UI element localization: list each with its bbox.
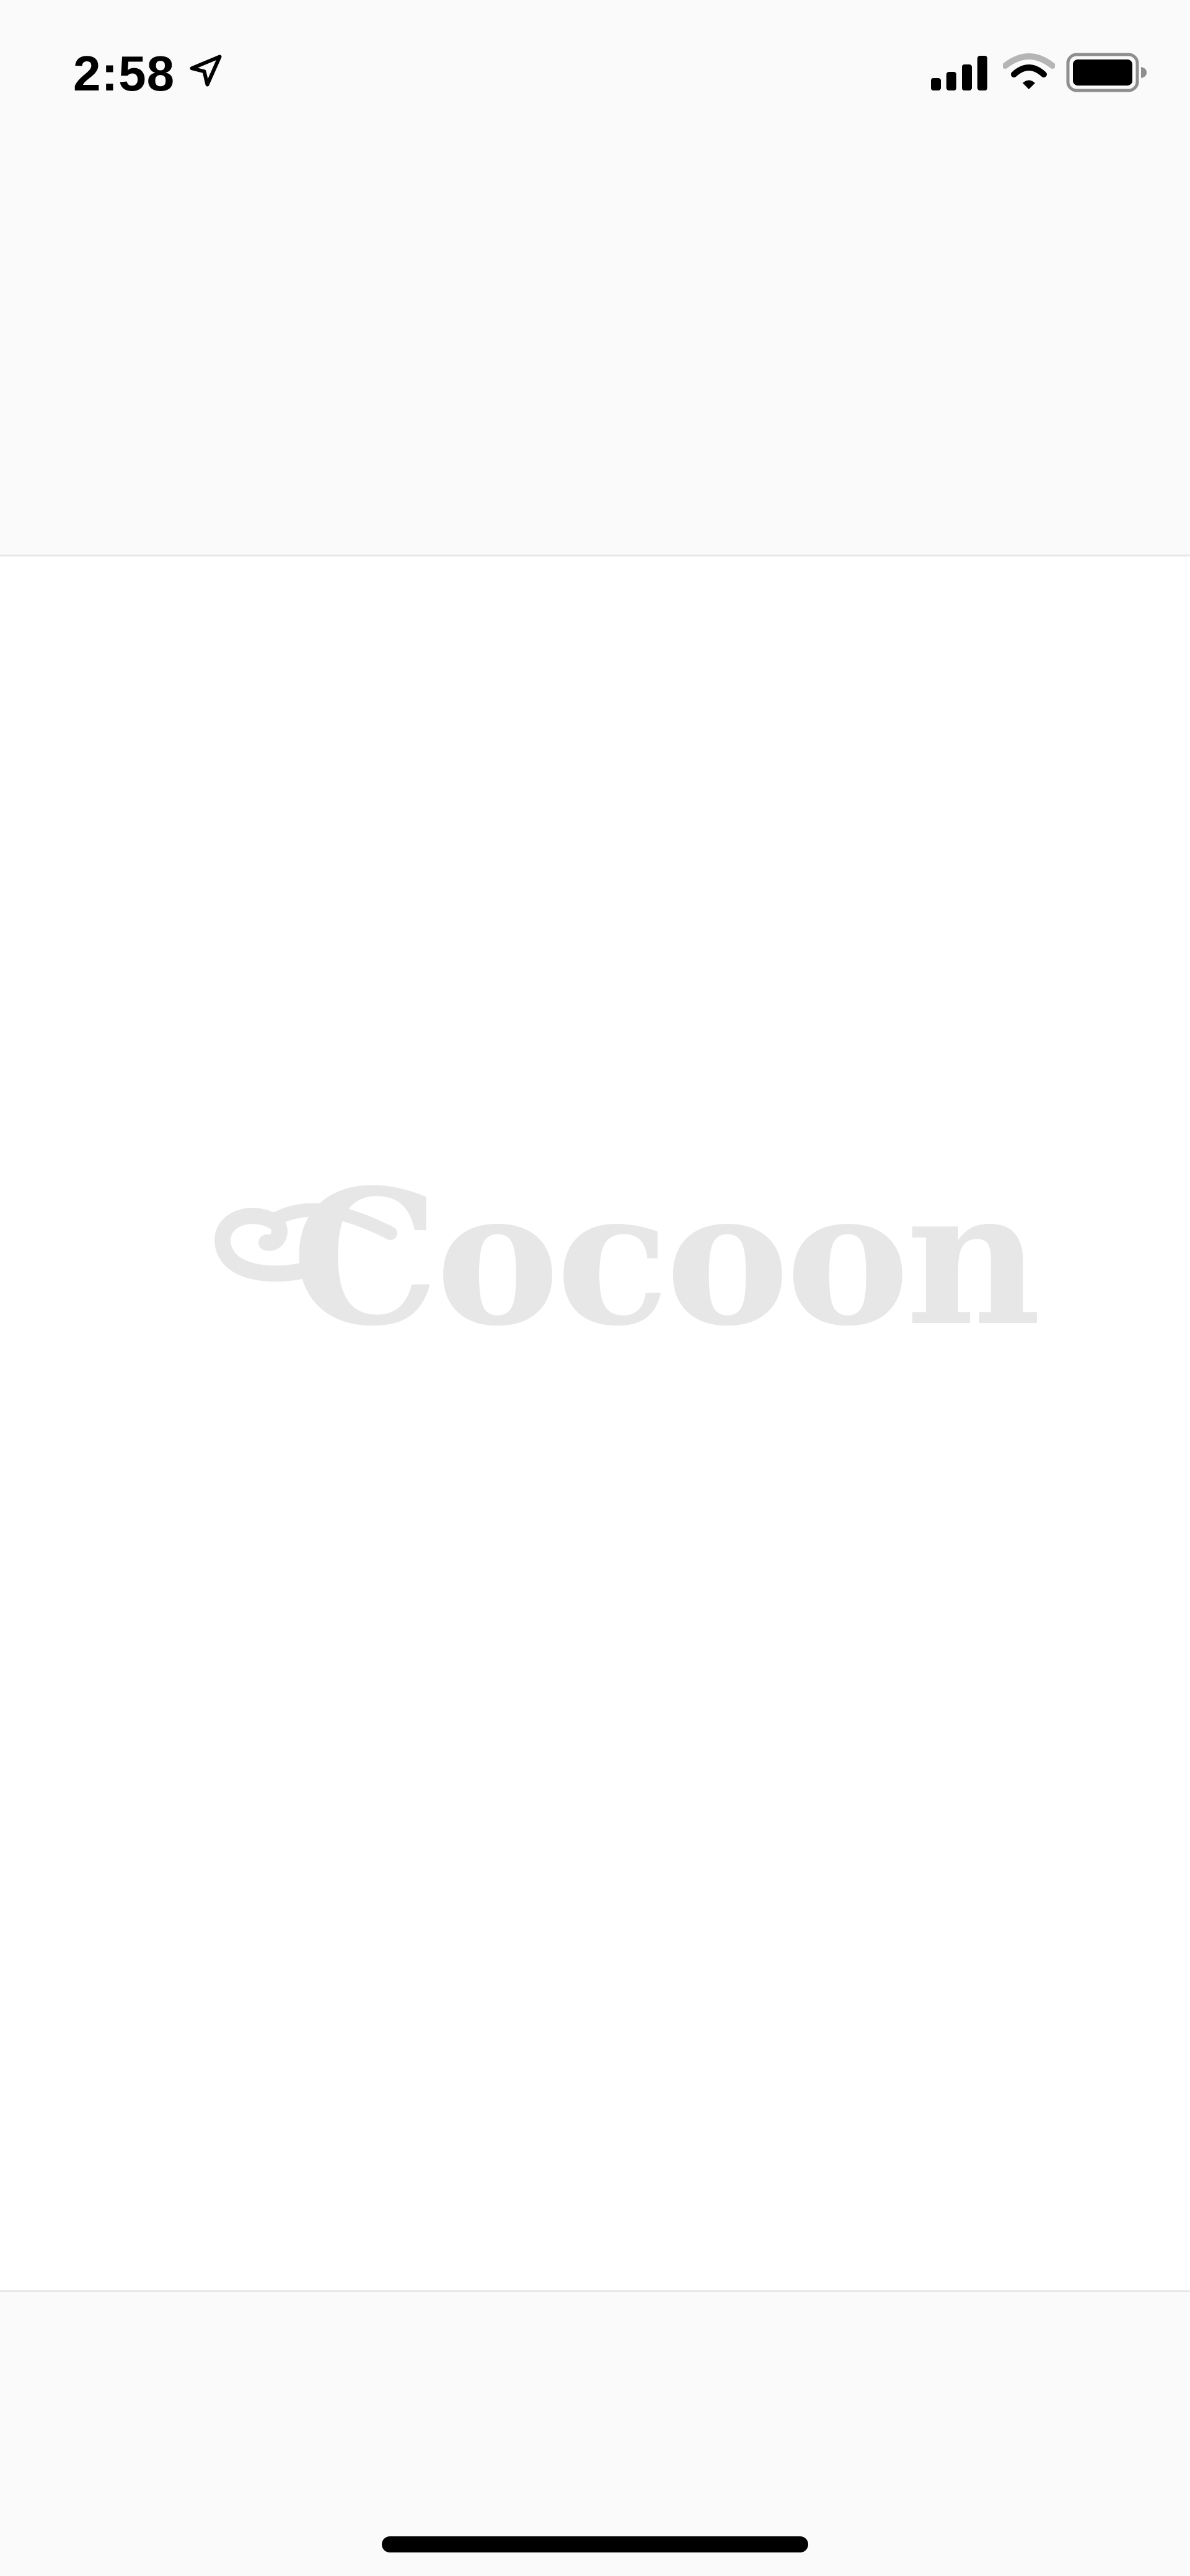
- status-bar: 2:58: [0, 0, 1190, 149]
- logo-text: Cocoon: [291, 1148, 1041, 1367]
- status-time: 2:58: [73, 46, 175, 101]
- location-arrow-icon: [190, 55, 222, 87]
- app-logo: Cocoon: [205, 1165, 1041, 1351]
- battery-icon: [1066, 53, 1147, 92]
- app-screen: 2:58 Cocoon: [0, 0, 1190, 2576]
- wifi-icon: [1003, 53, 1055, 89]
- bottom-toolbar: [0, 2290, 1190, 2576]
- top-header-bar: 2:58: [0, 0, 1190, 556]
- home-indicator[interactable]: [382, 2536, 808, 2552]
- cellular-signal-icon: [931, 56, 987, 90]
